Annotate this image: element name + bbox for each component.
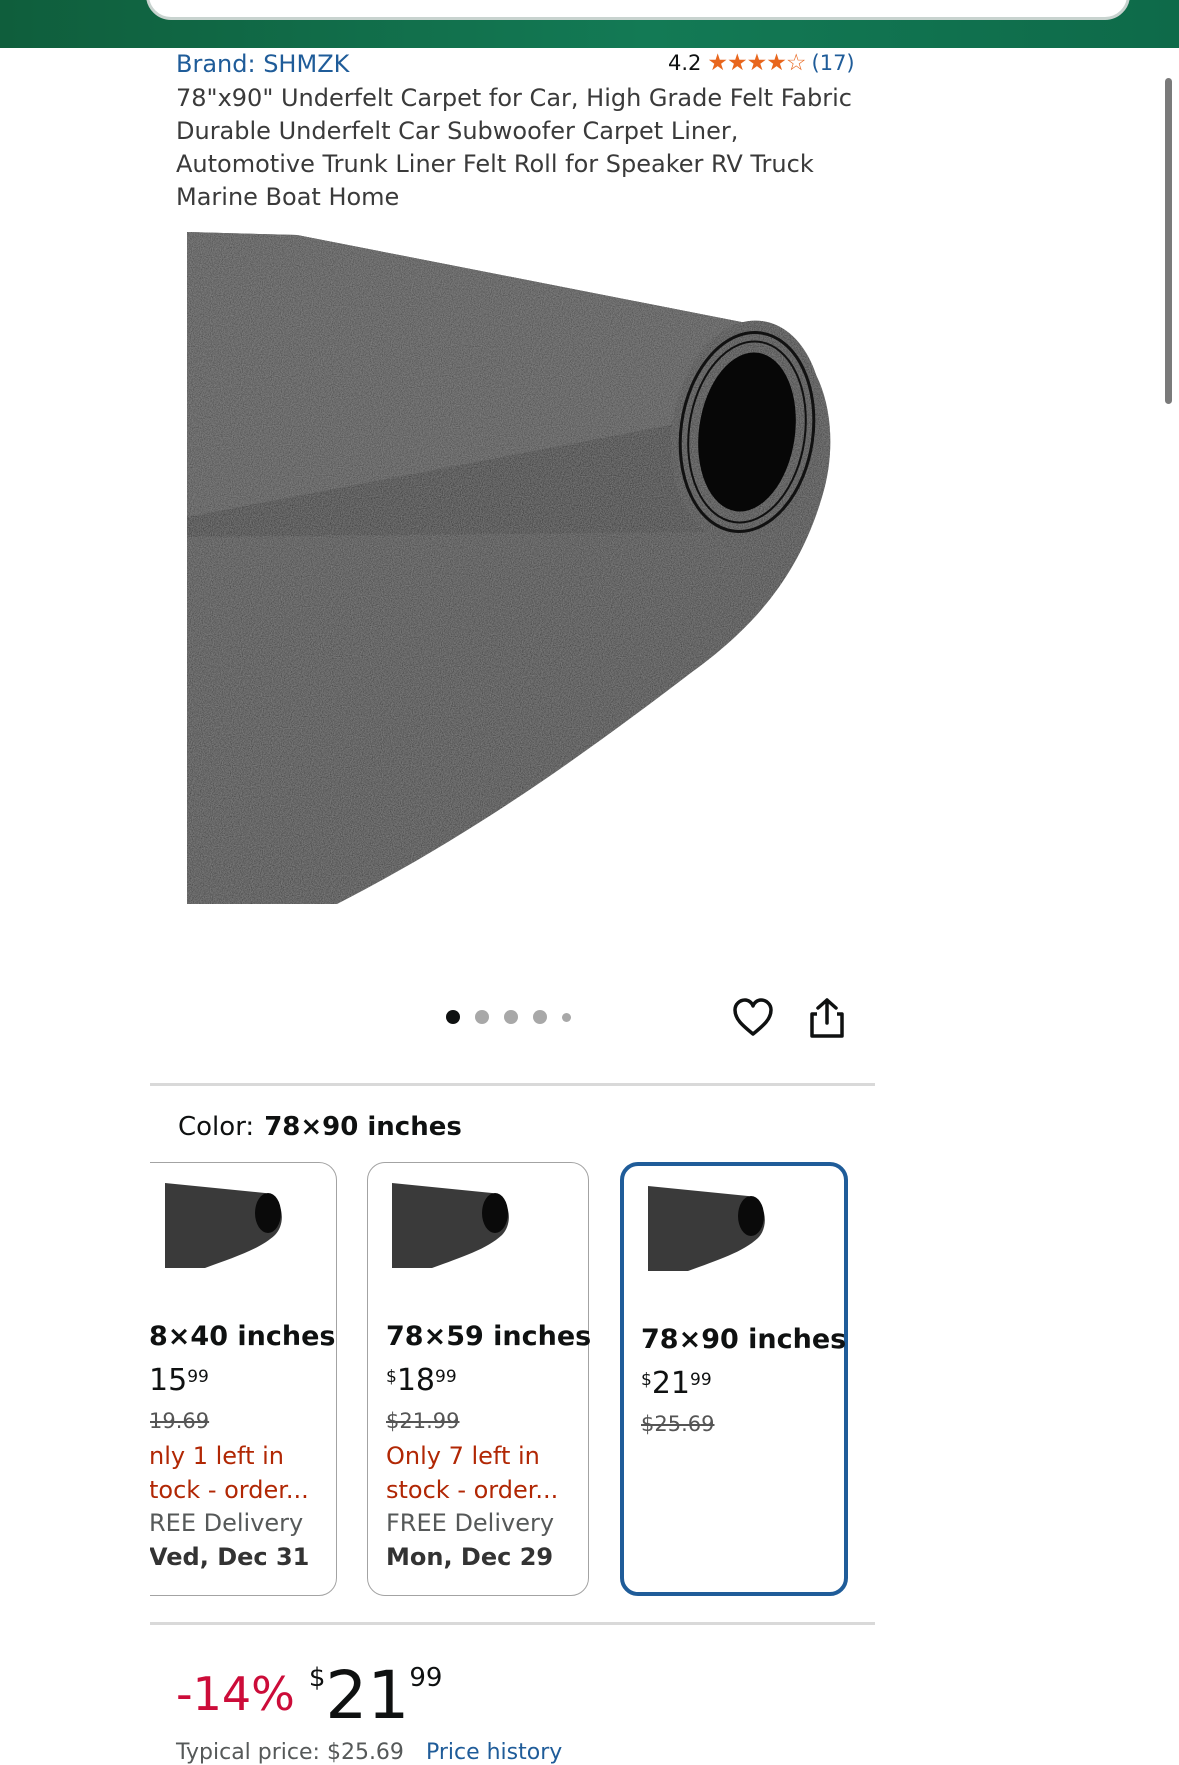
brand-link[interactable]: Brand: SHMZK (176, 50, 349, 78)
swatch-delivery: REE Delivery (150, 1509, 304, 1537)
color-label-text: Color: (178, 1112, 255, 1142)
current-price: $ 21 99 (309, 1660, 443, 1732)
typical-price-row: Typical price: $25.69 Price history (176, 1740, 562, 1765)
swatch-price: 1599 (150, 1363, 209, 1398)
price-history-link[interactable]: Price history (426, 1740, 562, 1765)
swatch-list-price: 19.69 (150, 1409, 210, 1433)
swatch-thumbnail (165, 1183, 282, 1268)
pagination-dot[interactable] (446, 1010, 460, 1024)
swatch-price-cents: 99 (690, 1370, 712, 1390)
rating-summary[interactable]: 4.2 ★★★★☆ (17) (668, 50, 855, 76)
product-image[interactable] (187, 232, 837, 904)
scrollbar[interactable] (1165, 78, 1172, 404)
pagination-dot[interactable] (533, 1010, 547, 1024)
review-count[interactable]: (17) (812, 51, 855, 75)
share-icon[interactable] (808, 997, 846, 1039)
heart-icon[interactable] (732, 997, 774, 1039)
swatch-name: 78×59 inches (386, 1321, 592, 1352)
swatch-price-symbol: $ (641, 1370, 652, 1390)
color-swatch-78x40[interactable]: 8×40 inches 1599 19.69 nly 1 left in toc… (150, 1162, 337, 1596)
typical-price: Typical price: $25.69 (176, 1740, 404, 1765)
swatch-price-cents: 99 (187, 1367, 209, 1387)
swatch-delivery: FREE Delivery (386, 1509, 555, 1537)
discount-percent: -14% (176, 1667, 295, 1721)
swatch-delivery-date: Ved, Dec 31 (150, 1543, 310, 1571)
swatch-delivery-date: Mon, Dec 29 (386, 1543, 554, 1571)
color-swatch-78x90[interactable]: 78×90 inches $2199 $25.69 (620, 1162, 848, 1596)
color-swatch-carousel[interactable]: 8×40 inches 1599 19.69 nly 1 left in toc… (150, 1160, 890, 1600)
price-whole: 21 (325, 1657, 410, 1734)
selected-color: 78×90 inches (264, 1112, 462, 1142)
rating-value: 4.2 (668, 51, 702, 75)
swatch-price-whole: 15 (150, 1363, 188, 1398)
swatch-price: $2199 (641, 1366, 712, 1401)
swatch-price: $1899 (386, 1363, 457, 1398)
price-symbol: $ (308, 1663, 326, 1693)
section-divider (150, 1083, 875, 1086)
top-header-bar (0, 0, 1179, 48)
pagination-dot[interactable] (475, 1010, 489, 1024)
swatch-name: 8×40 inches (150, 1321, 336, 1352)
pagination-dot[interactable] (562, 1012, 571, 1022)
swatch-stock-warning: nly 1 left in tock - order... (150, 1442, 309, 1504)
product-title: 78"x90" Underfelt Carpet for Car, High G… (176, 84, 852, 211)
price-block: -14% $ 21 99 (176, 1660, 442, 1732)
star-rating-icon: ★★★★☆ (707, 50, 806, 76)
swatch-price-symbol: $ (386, 1367, 397, 1387)
swatch-thumbnail (392, 1183, 509, 1268)
price-cents: 99 (409, 1663, 443, 1693)
image-pagination[interactable] (446, 1010, 571, 1024)
color-label: Color: 78×90 inches (178, 1112, 462, 1142)
swatch-price-whole: 18 (396, 1363, 436, 1398)
swatch-stock-warning: Only 7 left in stock - order... (386, 1442, 559, 1504)
swatch-list-price: $21.99 (386, 1409, 460, 1433)
pagination-dot[interactable] (504, 1010, 518, 1024)
swatch-price-whole: 21 (651, 1366, 691, 1401)
swatch-thumbnail (648, 1186, 765, 1271)
swatch-list-price: $25.69 (641, 1412, 715, 1436)
color-swatch-78x59[interactable]: 78×59 inches $1899 $21.99 Only 7 left in… (367, 1162, 592, 1596)
swatch-name: 78×90 inches (641, 1324, 847, 1355)
swatch-price-cents: 99 (435, 1367, 457, 1387)
section-divider (150, 1622, 875, 1625)
search-bar[interactable] (146, 0, 1130, 20)
